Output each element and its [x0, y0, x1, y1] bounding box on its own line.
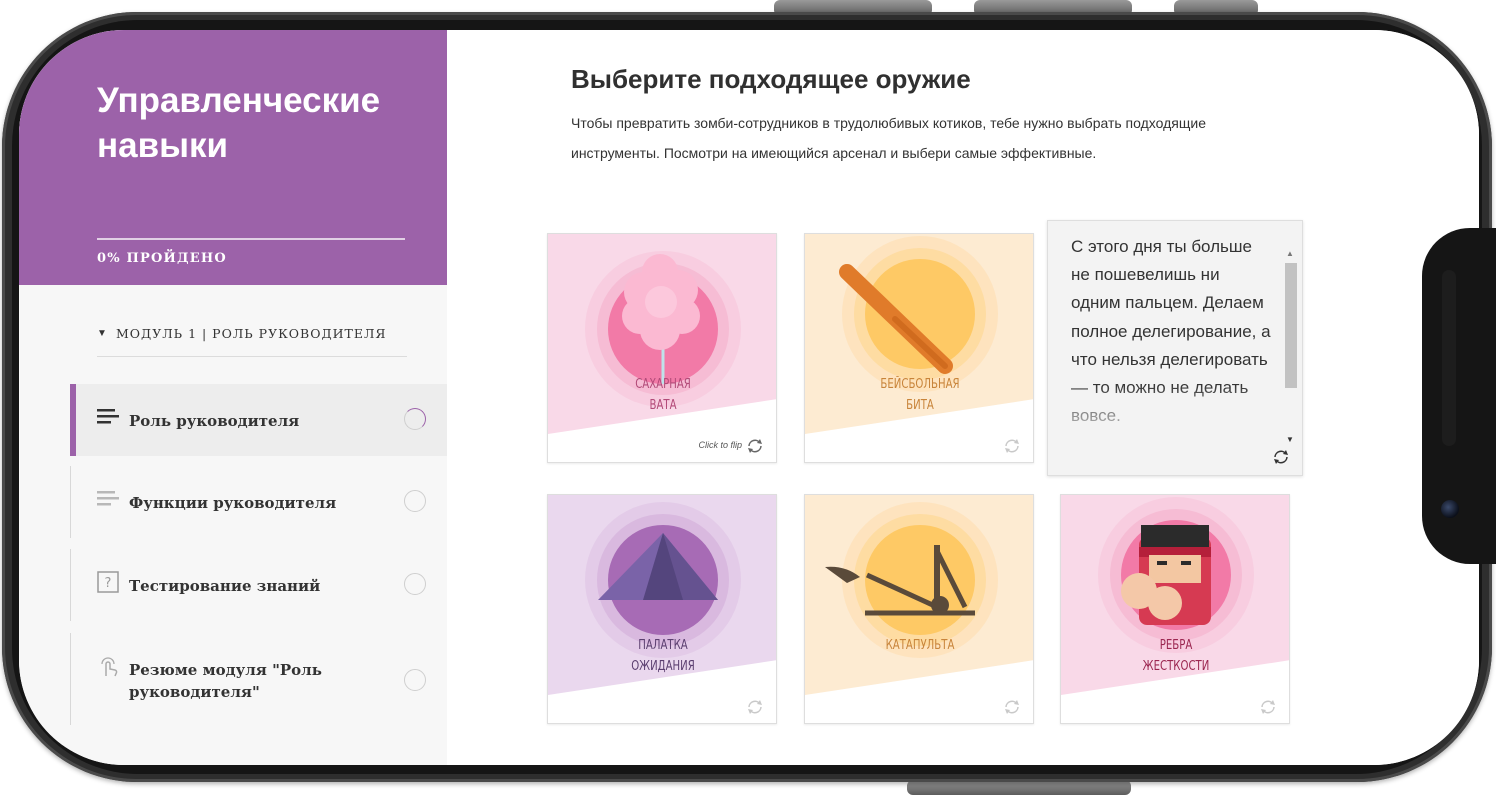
flip-icon [1261, 700, 1275, 714]
flip-icon [748, 700, 762, 714]
card-label: РЕБРА ЖЕСТКОСТИ [1142, 638, 1210, 674]
lesson-status-circle [404, 573, 426, 595]
card-label: БЕЙСБОЛЬНАЯ БИТА [880, 377, 960, 413]
lesson-progress-ring [404, 408, 426, 430]
lesson-label: Функции руководителя [129, 494, 337, 512]
card-scrollbar[interactable]: ▲ ▼ [1282, 245, 1298, 449]
module-label: МОДУЛЬ 1 | РОЛЬ РУКОВОДИТЕЛЯ [116, 326, 387, 341]
lesson-item-functions[interactable]: Функции руководителя [70, 466, 448, 538]
caret-down-icon: ▼ [97, 328, 107, 339]
lesson-item-role[interactable]: Роль руководителя [70, 384, 448, 456]
course-sidebar: Управленческие навыки 0% ПРОЙДЕНО ▼ МОДУ… [19, 30, 448, 765]
flashcard-cotton-candy[interactable]: САХАРНАЯ ВАТА Click to flip [547, 233, 777, 463]
tap-icon [101, 657, 118, 677]
scroll-thumb[interactable] [1285, 263, 1297, 388]
lesson-status-circle [404, 490, 426, 512]
flip-icon [748, 439, 762, 453]
cotton-candy-illustration [548, 234, 776, 462]
lesson-status-circle [404, 669, 426, 691]
question-icon: ? [97, 571, 119, 593]
lesson-item-summary[interactable]: Резюме модуля "Роль руководителя" [70, 633, 448, 725]
progress-bar [97, 238, 405, 240]
card-label: ПАЛАТКА ОЖИДАНИЯ [631, 638, 695, 674]
module-toggle[interactable]: ▼ МОДУЛЬ 1 | РОЛЬ РУКОВОДИТЕЛЯ [97, 326, 407, 357]
flip-icon [1005, 439, 1019, 453]
card-label: КАТАПУЛЬТА [885, 638, 955, 653]
lesson-content: Выберите подходящее оружие Чтобы преврат… [447, 30, 1479, 765]
phone-side-button [907, 780, 1131, 795]
text-lines-icon [97, 409, 119, 424]
lesson-label: Роль руководителя [129, 412, 300, 430]
sidebar-header: Управленческие навыки 0% ПРОЙДЕНО [19, 30, 447, 285]
flip-hint: Click to flip [698, 440, 742, 450]
card-back-text: С этого дня ты больше не пошевелишь ни о… [1071, 237, 1271, 426]
lesson-item-test[interactable]: ? Тестирование знаний [70, 549, 448, 621]
flashcard-flipped[interactable]: С этого дня ты больше не пошевелишь ни о… [1047, 220, 1303, 476]
progress-label: 0% ПРОЙДЕНО [97, 251, 227, 266]
flashcard-tent[interactable]: ПАЛАТКА ОЖИДАНИЯ [547, 494, 777, 724]
phone-camera [1441, 500, 1459, 518]
scroll-down-arrow-icon[interactable]: ▼ [1286, 435, 1294, 444]
phone-screen: Управленческие навыки 0% ПРОЙДЕНО ▼ МОДУ… [19, 30, 1479, 765]
flashcard-fighter[interactable]: РЕБРА ЖЕСТКОСТИ [1060, 494, 1290, 724]
phone-speaker [1442, 270, 1456, 446]
page-title: Выберите подходящее оружие [571, 64, 971, 94]
text-lines-icon [97, 491, 119, 506]
catapult-illustration [805, 495, 1033, 723]
flip-icon [1005, 700, 1019, 714]
svg-text:?: ? [105, 576, 112, 591]
flashcard-baseball-bat[interactable]: БЕЙСБОЛЬНАЯ БИТА [804, 233, 1034, 463]
baseball-bat-illustration [805, 234, 1033, 462]
flashcard-catapult[interactable]: КАТАПУЛЬТА [804, 494, 1034, 724]
card-label: САХАРНАЯ ВАТА [635, 377, 691, 413]
scroll-up-arrow-icon[interactable]: ▲ [1286, 249, 1294, 258]
tent-illustration [548, 495, 776, 723]
course-title: Управленческие навыки [97, 81, 381, 165]
lesson-label: Резюме модуля "Роль руководителя" [129, 661, 322, 701]
fighter-illustration [1061, 495, 1289, 723]
flip-icon[interactable] [1272, 449, 1290, 465]
phone-notch [1422, 228, 1496, 564]
lesson-label: Тестирование знаний [129, 577, 321, 595]
page-description: Чтобы превратить зомби-сотрудников в тру… [571, 115, 1206, 161]
